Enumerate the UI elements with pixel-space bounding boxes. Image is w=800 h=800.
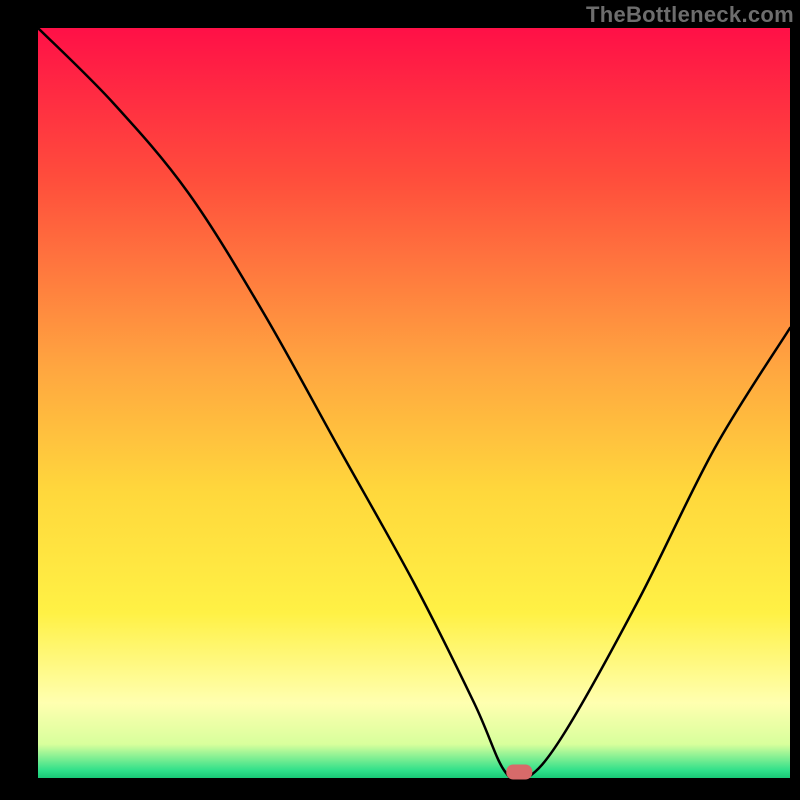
plot-background xyxy=(38,28,790,778)
chart-svg xyxy=(0,0,800,800)
bottleneck-chart: TheBottleneck.com xyxy=(0,0,800,800)
optimum-marker xyxy=(506,765,532,780)
watermark: TheBottleneck.com xyxy=(586,2,794,28)
